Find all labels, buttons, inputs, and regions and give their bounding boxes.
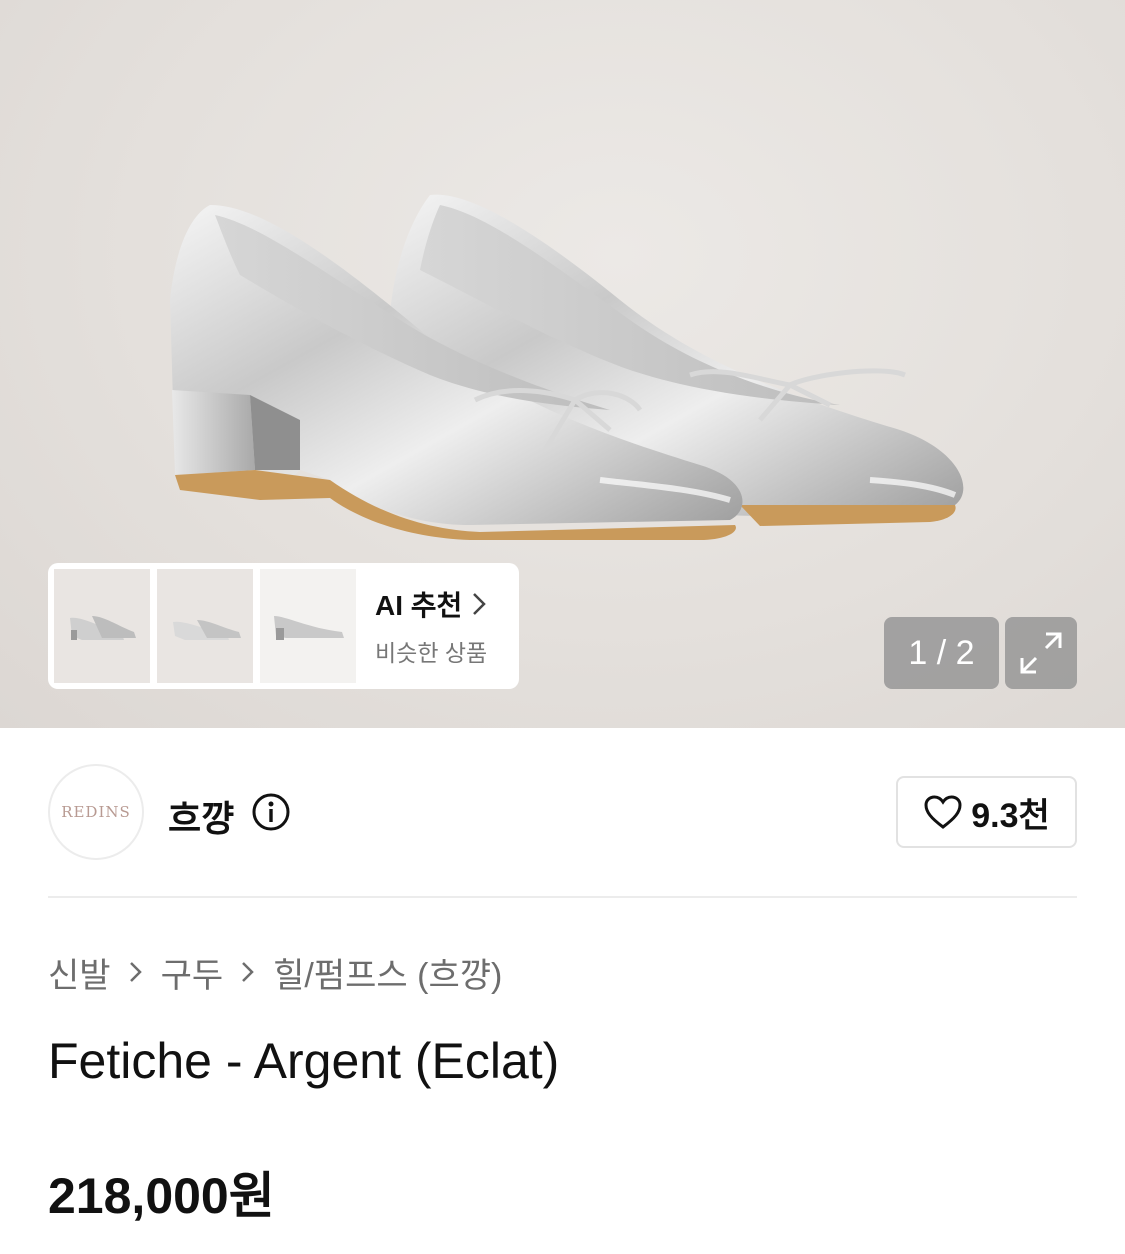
seller-name[interactable]: 흐꺙 (168, 790, 234, 842)
image-page-indicator: 1 / 2 (884, 617, 999, 689)
product-image-gallery[interactable]: AI 추천 비슷한 상품 1 / 2 (0, 0, 1125, 728)
seller-logo-text: REDINS (61, 803, 131, 821)
seller-logo[interactable]: REDINS (48, 764, 144, 860)
ai-recommend-strip[interactable]: AI 추천 비슷한 상품 (48, 563, 519, 689)
heart-icon (924, 795, 962, 829)
breadcrumb-item[interactable]: 힐/펌프스 (흐꺙) (273, 948, 502, 997)
ai-recommend-title: AI 추천 (375, 584, 487, 624)
like-count: 9.3천 (971, 796, 1050, 835)
product-title: Fetiche - Argent (Eclat) (48, 1033, 560, 1089)
ai-recommend-title-text: AI 추천 (375, 590, 463, 621)
shoe-thumbnail-image (274, 616, 344, 640)
product-price: 218,000원 (48, 1168, 275, 1224)
ai-recommend-link[interactable]: AI 추천 비슷한 상품 (375, 584, 487, 668)
breadcrumb: 신발 구두 힐/펌프스 (흐꺙) (48, 948, 502, 997)
expand-button[interactable] (1005, 617, 1077, 689)
similar-product-thumbnail[interactable] (260, 569, 356, 683)
similar-product-thumbnail[interactable] (54, 569, 150, 683)
breadcrumb-separator-icon (129, 961, 143, 983)
chevron-right-icon (473, 593, 487, 615)
expand-icon (1020, 632, 1062, 674)
like-button[interactable]: 9.3천 (896, 776, 1077, 848)
shoe-thumbnail-image (70, 616, 136, 640)
seller-row: REDINS 흐꺙 9.3천 (48, 764, 1077, 860)
shoe-thumbnail-image (173, 620, 241, 640)
divider (48, 896, 1077, 898)
breadcrumb-item[interactable]: 신발 (48, 948, 111, 997)
similar-product-thumbnail[interactable] (157, 569, 253, 683)
breadcrumb-item[interactable]: 구두 (161, 948, 224, 997)
ai-recommend-subtitle: 비슷한 상품 (375, 640, 488, 666)
info-icon[interactable] (251, 792, 291, 832)
breadcrumb-separator-icon (241, 961, 255, 983)
